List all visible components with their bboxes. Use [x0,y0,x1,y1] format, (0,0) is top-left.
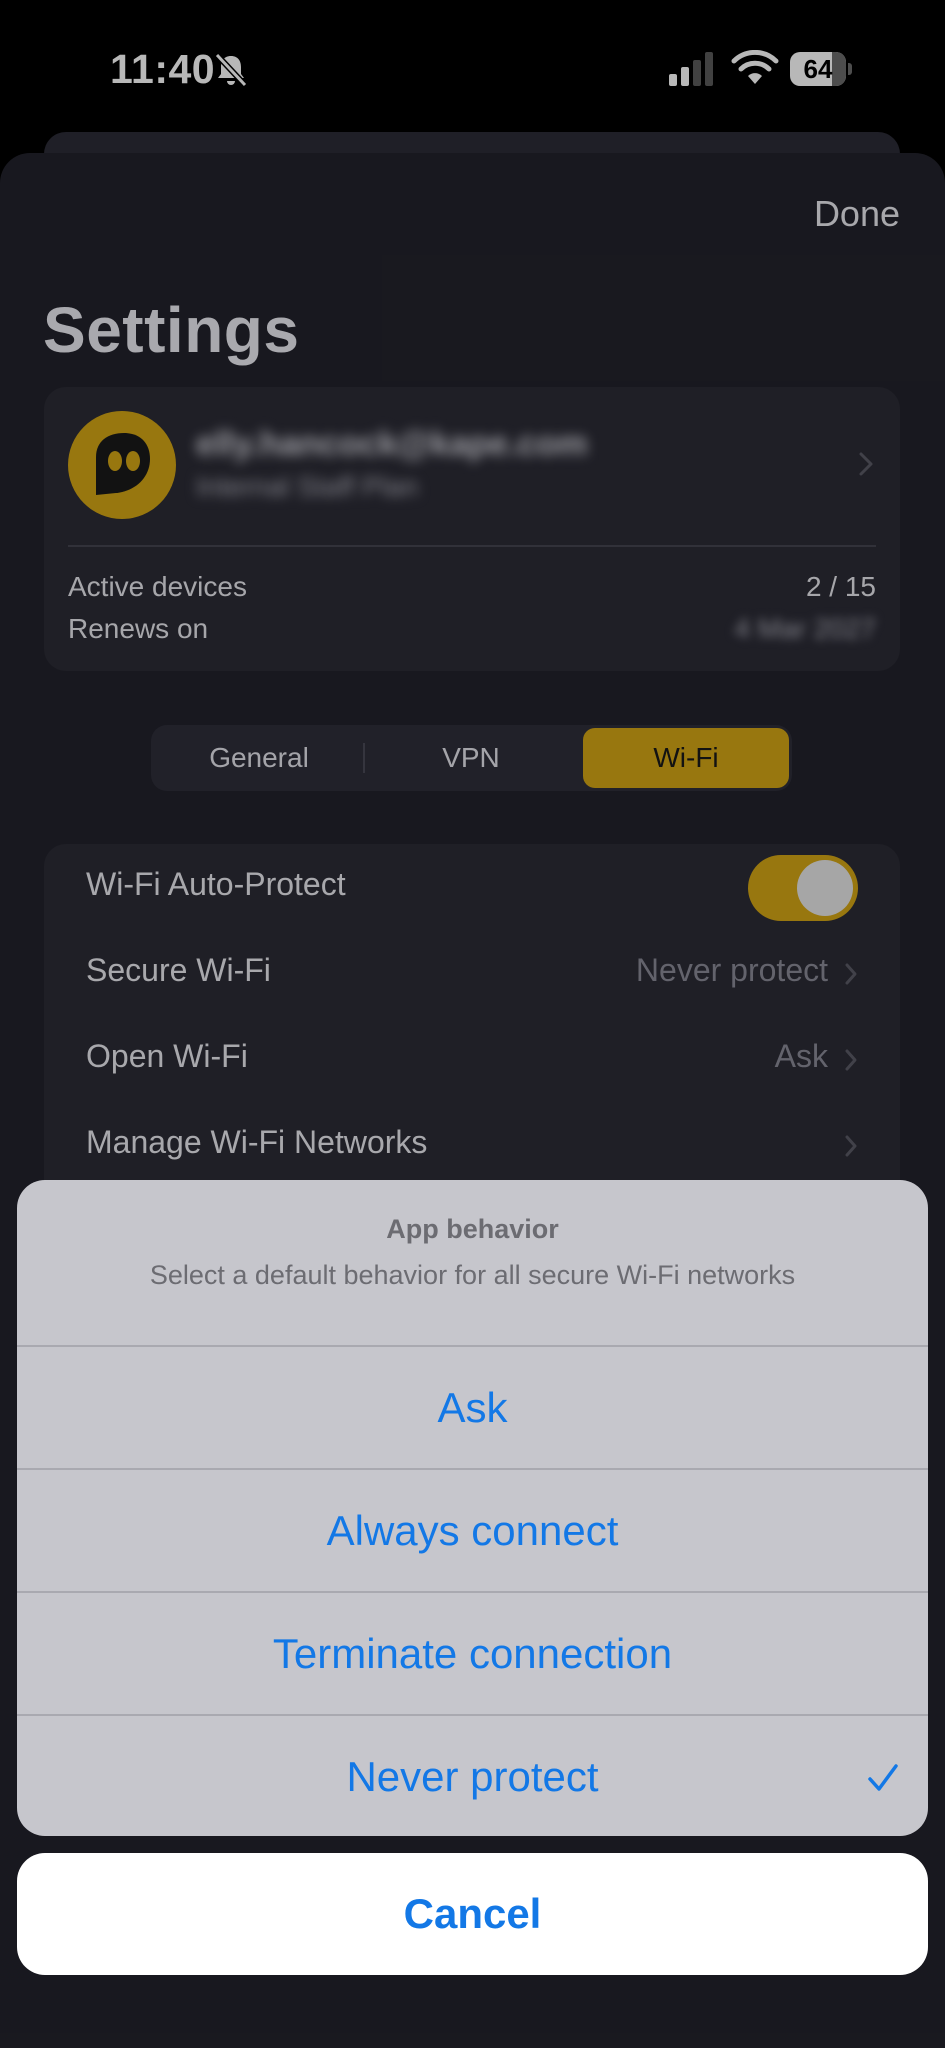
cancel-button[interactable]: Cancel [17,1853,928,1975]
option-label: Always connect [326,1507,619,1554]
action-sheet-subtitle: Select a default behavior for all secure… [149,1260,796,1290]
action-sheet: App behavior Select a default behavior f… [17,1180,928,1836]
option-terminate-connection[interactable]: Terminate connection [17,1591,928,1715]
option-label: Terminate connection [272,1630,673,1677]
cancel-label: Cancel [403,1890,542,1937]
option-always-connect[interactable]: Always connect [17,1468,928,1592]
option-never-protect[interactable]: Never protect [17,1714,928,1836]
action-sheet-title: App behavior [386,1214,559,1244]
option-label: Ask [437,1384,508,1431]
checkmark-icon [868,1764,898,1791]
option-ask[interactable]: Ask [17,1345,928,1469]
option-label: Never protect [346,1753,599,1800]
